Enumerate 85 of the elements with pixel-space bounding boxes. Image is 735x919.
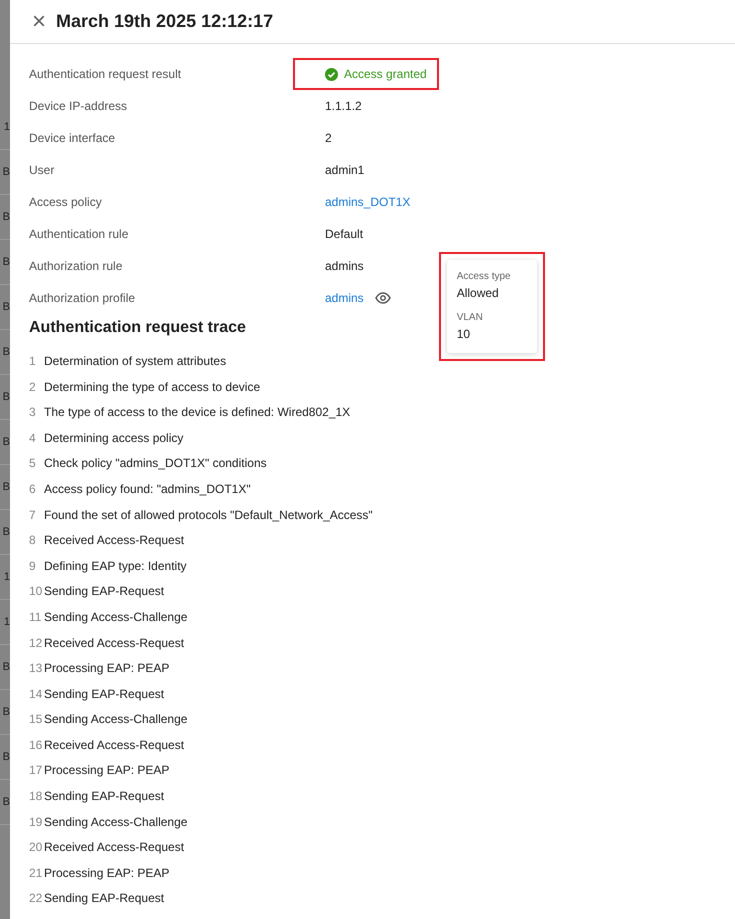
step-number: 7 <box>29 506 37 524</box>
background-text: 1 <box>4 616 10 628</box>
field-link[interactable]: admins <box>325 289 364 307</box>
step-text: Determining the type of access to device <box>44 378 260 396</box>
step-text: Sending EAP-Request <box>44 686 164 703</box>
step-text: Sending Access-Challenge <box>44 608 188 626</box>
step-number: 8 <box>29 532 37 550</box>
step-text: The type of access to the device is defined: Wired802_1X <box>44 404 350 422</box>
field-label: User <box>29 162 56 179</box>
step-text: Sending Access-Challenge <box>44 711 188 728</box>
background-text: B <box>2 796 10 808</box>
field-label: Access policy <box>29 194 103 211</box>
background-text: B <box>2 662 10 672</box>
step-number: 4 <box>29 430 37 447</box>
dialog-title: March 19th 2025 12:12:17 <box>56 10 274 32</box>
step-number: 20 <box>29 839 44 856</box>
check-circle-icon <box>325 68 338 80</box>
step-number: 1 <box>29 352 37 370</box>
step-text: Received Access-Request <box>44 736 184 754</box>
step-number: 10 <box>29 583 44 600</box>
background-text: B <box>2 346 10 358</box>
step-number: 11 <box>29 608 42 626</box>
background-text: B <box>2 212 10 222</box>
step-text: Processing EAP: PEAP <box>44 864 170 882</box>
popover-label: Access type <box>456 270 511 284</box>
popover-value: 10 <box>456 326 472 343</box>
step-text: Received Access-Request <box>44 532 184 550</box>
step-text: Received Access-Request <box>44 839 184 856</box>
step-number: 18 <box>29 788 44 806</box>
step-number: 14 <box>29 686 44 703</box>
step-number: 6 <box>29 480 37 498</box>
background-text: B <box>2 526 10 538</box>
popover-value: Allowed <box>456 285 500 302</box>
access-status: Access granted <box>295 60 437 88</box>
step-text: Received Access-Request <box>44 634 184 652</box>
close-button[interactable]: × <box>32 10 46 34</box>
background-text: B <box>2 256 10 268</box>
step-number: 9 <box>29 558 37 575</box>
step-text: Access policy found: "admins_DOT1X" <box>44 480 251 498</box>
background-text: B <box>2 436 10 448</box>
step-text: Sending EAP-Request <box>44 890 164 908</box>
background-text: B <box>2 752 10 762</box>
step-number: 5 <box>29 455 37 472</box>
field-value: Default <box>325 226 364 243</box>
background-text: B <box>2 706 10 718</box>
step-text: Check policy "admins_DOT1X" conditions <box>44 455 267 472</box>
step-text: Processing EAP: PEAP <box>44 762 170 780</box>
field-value: admins <box>325 258 364 275</box>
step-text: Processing EAP: PEAP <box>44 660 170 678</box>
background-text: B <box>2 392 10 402</box>
background-text: B <box>2 166 10 178</box>
step-number: 16 <box>29 736 44 754</box>
step-number: 12 <box>29 634 44 652</box>
field-value: 1.1.1.2 <box>325 98 362 115</box>
step-text: Found the set of allowed protocols "Default_Network_Access" <box>44 506 373 524</box>
eye-icon[interactable] <box>374 292 391 304</box>
field-label: Device interface <box>29 130 116 147</box>
step-number: 21 <box>29 864 44 882</box>
field-label: Authorization profile <box>29 290 136 307</box>
step-text: Sending EAP-Request <box>44 788 164 806</box>
field-value: admin1 <box>325 162 364 179</box>
background-text: B <box>2 302 10 312</box>
step-text: Sending EAP-Request <box>44 583 164 600</box>
section-title: Authentication request trace <box>29 318 246 338</box>
step-text: Determination of system attributes <box>44 352 226 370</box>
step-number: 17 <box>29 762 44 780</box>
field-label: Device IP-address <box>29 98 128 115</box>
background-text: 1 <box>4 122 10 132</box>
step-text: Sending Access-Challenge <box>44 814 188 831</box>
step-number: 3 <box>29 404 37 422</box>
step-text: Determining access policy <box>44 430 184 447</box>
step-text: Defining EAP type: Identity <box>44 558 187 575</box>
step-number: 15 <box>29 711 44 728</box>
popover-label: VLAN <box>456 311 484 325</box>
field-label: Authentication rule <box>29 226 130 243</box>
step-number: 2 <box>29 378 37 396</box>
field-value: 2 <box>325 130 332 147</box>
background-text: B <box>2 482 10 492</box>
field-label: Authorization rule <box>29 258 124 275</box>
background-text: 1 <box>4 572 10 582</box>
step-number: 22 <box>29 890 44 908</box>
step-number: 13 <box>29 660 44 678</box>
field-label: Authentication request result <box>29 66 182 83</box>
step-number: 19 <box>29 814 44 831</box>
field-link[interactable]: admins_DOT1X <box>325 193 410 211</box>
